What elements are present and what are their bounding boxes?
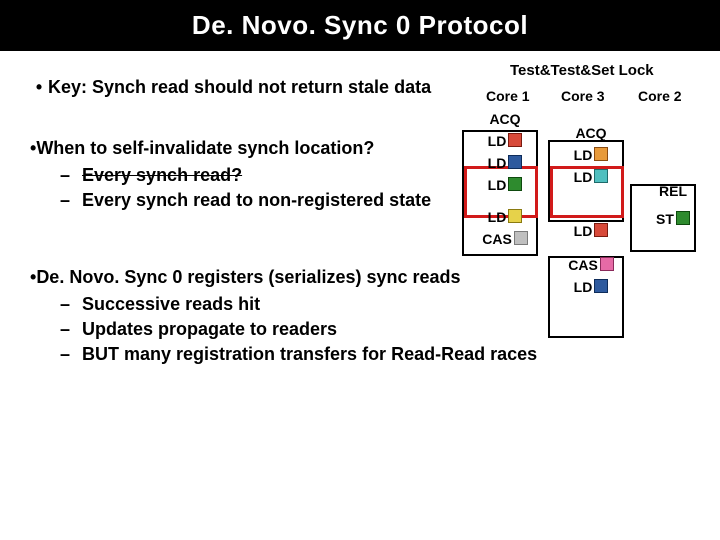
box-icon: [508, 133, 522, 147]
column-core2: REL ST: [638, 108, 708, 230]
op-cas: CAS: [470, 228, 540, 250]
op-ld: LD: [556, 276, 626, 298]
slide: De. Novo. Sync 0 Protocol Test&Test&Set …: [0, 0, 720, 540]
bullet-reg-sub1-text: Successive reads hit: [82, 294, 260, 315]
bullet-key-text: Key: Synch read should not return stale …: [48, 77, 431, 98]
column-core3: ACQ LD LD LD CAS LD: [556, 108, 626, 298]
bullet-reg-sub3: – BUT many registration transfers for Re…: [60, 344, 690, 365]
bullet-reg-sub3-text: BUT many registration transfers for Read…: [82, 344, 537, 365]
box-icon: [508, 177, 522, 191]
lock-annotation: Test&Test&Set Lock: [510, 62, 654, 79]
bullet-when-sub2-text: Every synch read to non-registered state: [82, 190, 431, 211]
dash-icon: –: [60, 190, 82, 211]
column-core1: ACQ LD LD LD LD CAS: [470, 108, 540, 250]
op-ld: LD: [470, 152, 540, 174]
bullet-when-text: When to self-invalidate synch location?: [36, 138, 374, 159]
box-icon: [508, 155, 522, 169]
dash-icon: –: [60, 344, 82, 365]
bullet-when-sub1-text: Every synch read?: [82, 165, 242, 186]
op-acq: ACQ: [556, 122, 626, 144]
box-icon: [600, 257, 614, 271]
op-ld: LD: [470, 206, 540, 228]
core-header-1: Core 1: [486, 88, 530, 104]
op-cas: CAS: [556, 254, 626, 276]
op-ld: LD: [556, 220, 626, 242]
dash-icon: –: [60, 319, 82, 340]
bullet-reg-sub2-text: Updates propagate to readers: [82, 319, 337, 340]
core-header-3: Core 3: [561, 88, 605, 104]
op-rel: REL: [638, 180, 708, 202]
core-header-2: Core 2: [638, 88, 682, 104]
dash-icon: –: [60, 294, 82, 315]
dash-icon: –: [60, 165, 82, 186]
box-icon: [514, 231, 528, 245]
op-ld: LD: [470, 174, 540, 196]
bullet-dot: •: [30, 77, 48, 98]
slide-title: De. Novo. Sync 0 Protocol: [192, 10, 528, 40]
op-ld: LD: [556, 144, 626, 166]
box-icon: [676, 211, 690, 225]
op-ld: LD: [556, 166, 626, 188]
op-acq: ACQ: [470, 108, 540, 130]
box-icon: [594, 279, 608, 293]
box-icon: [508, 209, 522, 223]
op-st: ST: [638, 208, 708, 230]
op-ld: LD: [470, 130, 540, 152]
box-icon: [594, 147, 608, 161]
bullet-reg-text: De. Novo. Sync 0 registers (serializes) …: [36, 267, 460, 288]
title-bar: De. Novo. Sync 0 Protocol: [0, 0, 720, 51]
box-icon: [594, 169, 608, 183]
box-icon: [594, 223, 608, 237]
